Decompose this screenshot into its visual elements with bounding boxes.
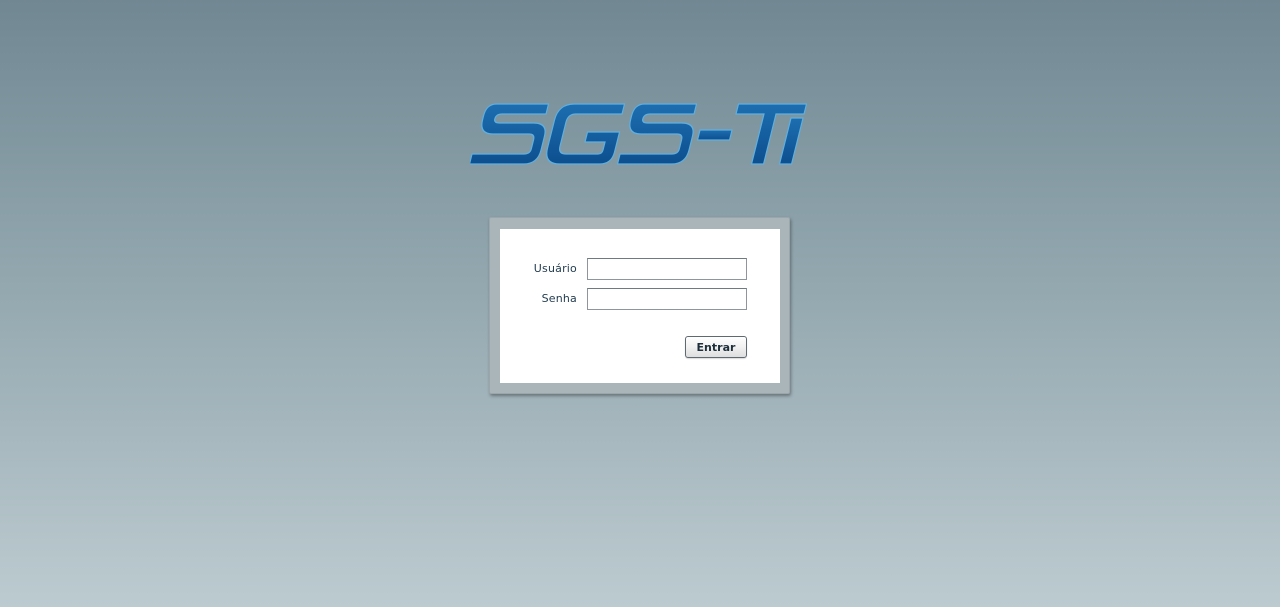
password-label: Senha [541, 292, 577, 305]
login-form: Usuário Senha Entrar [500, 229, 780, 383]
login-button[interactable]: Entrar [685, 336, 747, 358]
username-label: Usuário [533, 262, 577, 275]
app-logo [470, 98, 812, 168]
login-box: Usuário Senha Entrar [489, 217, 790, 394]
password-input[interactable] [587, 288, 747, 310]
username-input[interactable] [587, 258, 747, 280]
